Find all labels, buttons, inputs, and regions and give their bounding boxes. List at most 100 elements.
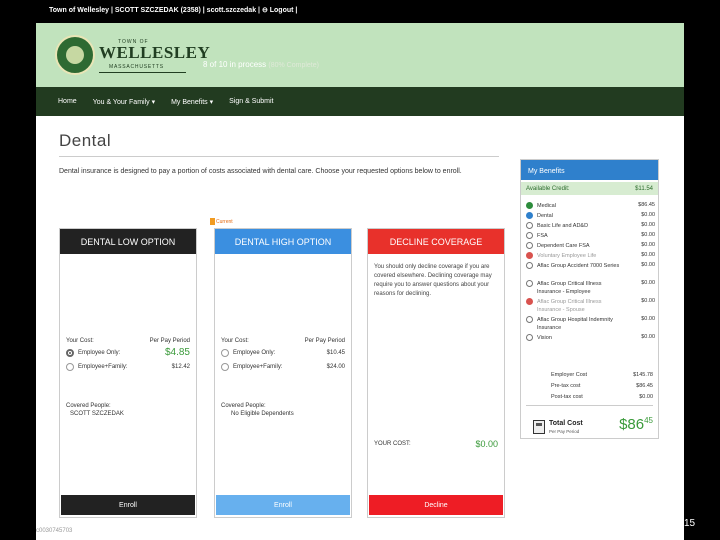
benefit-vision[interactable]: Vision $0.00: [526, 334, 655, 342]
pending-icon: [526, 222, 533, 229]
benefit-aflac-accident[interactable]: Aflac Group Accident 7000 Series $0.00: [526, 262, 655, 278]
pending-icon: [526, 334, 533, 341]
benefit-label: Aflac Group Accident 7000 Series: [537, 263, 620, 269]
radio-employee-family[interactable]: [221, 363, 229, 371]
logo-state-text: MASSACHUSETTS: [109, 64, 164, 70]
benefit-label: Aflac Group Hospital Indemnity Insurance: [537, 317, 613, 331]
pending-icon: [526, 262, 533, 269]
decline-button[interactable]: Decline: [369, 495, 503, 515]
benefit-dependent-care[interactable]: Dependent Care FSA $0.00: [526, 242, 655, 250]
nav-home[interactable]: Home: [58, 98, 77, 105]
benefit-medical[interactable]: Medical $86.45: [526, 202, 655, 210]
employer-cost-label: Employer Cost: [551, 372, 588, 378]
posttax-cost-label: Post-tax cost: [551, 394, 583, 400]
check-icon: [526, 202, 533, 209]
option-employee-only[interactable]: Employee Only: $10.45: [221, 349, 345, 362]
posttax-cost-value: $0.00: [639, 394, 653, 400]
benefit-label: Dental: [537, 213, 553, 219]
benefit-label: Medical: [537, 203, 556, 209]
option-employee-only[interactable]: Employee Only: $4.85: [66, 347, 190, 362]
covered-people-value: SCOTT SZCZEDAK: [70, 411, 124, 417]
main-nav: Home You & Your Family ▾ My Benefits ▾ S…: [36, 87, 684, 116]
logo-name-text: WELLESLEY: [99, 43, 211, 62]
plan-card-low: DENTAL LOW OPTION Your Cost: Per Pay Per…: [59, 228, 197, 518]
option-label: Employee+Family:: [233, 364, 283, 370]
total-cost: Total Cost Per Pay Period $8645: [533, 416, 653, 436]
pending-icon: [526, 232, 533, 239]
benefit-amount: $0.00: [641, 262, 655, 268]
plan-card-high-title: DENTAL HIGH OPTION: [215, 229, 351, 254]
benefit-label: Basic Life and AD&D: [537, 223, 589, 229]
plan-card-high: DENTAL HIGH OPTION Your Cost: Per Pay Pe…: [214, 228, 352, 518]
benefit-label: FSA: [537, 233, 548, 239]
benefit-list: Medical $86.45 Dental $0.00 Basic Life and…: [526, 202, 655, 344]
logo-divider: [99, 72, 186, 73]
pending-icon: [526, 242, 533, 249]
pending-icon: [526, 316, 533, 323]
benefit-amount: $0.00: [641, 334, 655, 340]
radio-employee-family[interactable]: [66, 363, 74, 371]
option-price: $4.85: [164, 347, 190, 358]
per-pay-label: Per Pay Period: [304, 338, 345, 344]
option-label: Employee+Family:: [78, 364, 128, 370]
browser-page: TOWN OF WELLESLEY MASSACHUSETTS 8 of 10 …: [36, 23, 684, 540]
page-title: Dental: [59, 131, 112, 150]
my-benefits-title: My Benefits: [521, 160, 658, 180]
radio-employee-only[interactable]: [66, 349, 74, 357]
declined-icon: [526, 252, 533, 259]
enroll-button[interactable]: Enroll: [61, 495, 195, 515]
benefit-amount: $0.00: [641, 280, 655, 286]
per-pay-label: Per Pay Period: [149, 338, 190, 344]
option-price: $10.45: [326, 350, 345, 356]
decline-cost-row: YOUR COST: $0.00: [374, 439, 498, 449]
slide-number: 15: [684, 518, 696, 529]
benefit-voluntary-life[interactable]: Voluntary Employee Life $0.00: [526, 252, 655, 260]
enrollment-progress: 8 of 10 in process (80% Complete): [203, 60, 319, 69]
plan-card-decline: DECLINE COVERAGE You should only decline…: [367, 228, 505, 518]
page-intro: Dental insurance is designed to pay a po…: [59, 168, 462, 175]
benefit-label: Aflac Group Critical Illness Insurance -…: [537, 299, 602, 313]
benefit-label: Aflac Group Critical Illness Insurance -…: [537, 281, 602, 295]
benefit-amount: $0.00: [641, 232, 655, 238]
nav-you-and-family[interactable]: You & Your Family ▾: [93, 98, 155, 106]
plan-card-decline-title: DECLINE COVERAGE: [368, 229, 504, 254]
pending-icon: [526, 280, 533, 287]
summary-divider: [526, 405, 653, 406]
total-cost-label: Total Cost: [549, 420, 583, 427]
nav-sign-submit[interactable]: Sign & Submit: [229, 98, 273, 105]
town-seal-icon: [55, 35, 95, 75]
benefit-label: Voluntary Employee Life: [537, 253, 597, 259]
cost-label: Your Cost:: [66, 338, 94, 344]
option-label: Employee Only:: [233, 350, 276, 356]
cost-label: YOUR COST:: [374, 441, 411, 447]
benefit-basic-life[interactable]: Basic Life and AD&D $0.00: [526, 222, 655, 230]
progress-percent: (80% Complete): [268, 62, 319, 69]
pretax-cost-row: Pre-tax cost $86.45: [551, 383, 653, 389]
option-employee-family[interactable]: Employee+Family: $12.42: [66, 363, 190, 376]
pretax-cost-value: $86.45: [636, 383, 653, 389]
option-price: $12.42: [171, 364, 190, 370]
radio-employee-only[interactable]: [221, 349, 229, 357]
account-info-text[interactable]: Town of Wellesley | SCOTT SZCZEDAK (2358…: [49, 7, 297, 14]
benefit-amount: $0.00: [641, 252, 655, 258]
total-cost-sublabel: Per Pay Period: [549, 429, 580, 434]
enroll-button[interactable]: Enroll: [216, 495, 350, 515]
cost-value: $0.00: [475, 439, 498, 449]
option-price: $24.00: [326, 364, 345, 370]
benefit-label: Dependent Care FSA: [537, 243, 590, 249]
site-header: TOWN OF WELLESLEY MASSACHUSETTS 8 of 10 …: [36, 23, 684, 87]
calculator-icon: [533, 420, 545, 434]
pretax-cost-label: Pre-tax cost: [551, 383, 581, 389]
current-plan-badge: Current: [210, 218, 233, 225]
benefit-fsa[interactable]: FSA $0.00: [526, 232, 655, 240]
employer-cost-row: Employer Cost $145.78: [551, 372, 653, 378]
covered-people-label: Covered People:: [221, 403, 266, 409]
decline-explanation: You should only decline coverage if you …: [374, 264, 492, 297]
benefit-aflac-ci-employee[interactable]: Aflac Group Critical Illness Insurance -…: [526, 280, 655, 296]
benefit-label: Vision: [537, 335, 552, 341]
benefit-aflac-ci-spouse[interactable]: Aflac Group Critical Illness Insurance -…: [526, 298, 655, 314]
option-employee-family[interactable]: Employee+Family: $24.00: [221, 363, 345, 376]
benefit-aflac-hospital[interactable]: Aflac Group Hospital Indemnity Insurance…: [526, 316, 655, 332]
nav-my-benefits[interactable]: My Benefits ▾: [171, 98, 213, 106]
benefit-dental[interactable]: Dental $0.00: [526, 212, 655, 220]
